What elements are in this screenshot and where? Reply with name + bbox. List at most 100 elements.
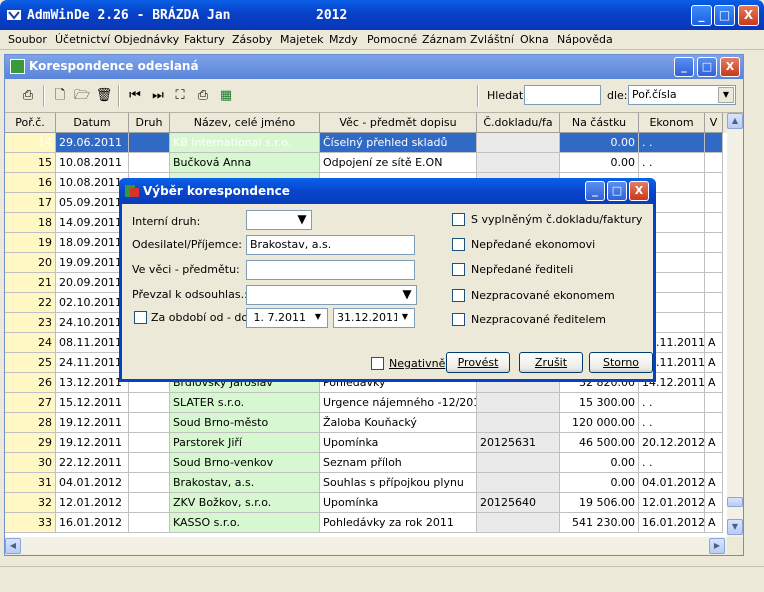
app-year: 2012 xyxy=(316,8,348,23)
print-preview-icon[interactable]: ⎙ xyxy=(19,87,37,105)
menu-napoveda[interactable]: Nápověda xyxy=(557,33,613,46)
table-cell-n: 20 xyxy=(5,253,56,273)
col-header-por[interactable]: Poř.č. xyxy=(5,113,56,133)
table-cell-doc xyxy=(477,393,560,413)
printer-icon[interactable]: ⎙ xyxy=(194,87,212,105)
menu-ucetnictvi[interactable]: Účetnictví xyxy=(55,33,110,46)
scroll-thumb[interactable] xyxy=(727,497,743,507)
table-row[interactable]: 28 19.12.2011 Soud Brno-město Žaloba Kouňac… xyxy=(5,413,727,433)
excel-export-icon[interactable]: ▦ xyxy=(217,87,235,105)
table-cell-k xyxy=(129,133,170,153)
chevron-down-icon[interactable]: ▼ xyxy=(399,287,415,303)
delete-icon[interactable]: 🗑 xyxy=(95,87,113,105)
table-row[interactable]: 32 12.01.2012 ZKV Božkov, s.r.o. Upomínka 20… xyxy=(5,493,727,513)
table-cell-n: 18 xyxy=(5,213,56,233)
check-nepredane-ekonomovi-label: Nepředané ekonomovi xyxy=(471,238,596,251)
horizontal-scrollbar[interactable]: ◀ ▶ xyxy=(5,537,727,554)
date-to-select[interactable]: 31.12.2011 ▼ xyxy=(333,308,415,328)
menu-mzdy[interactable]: Mzdy xyxy=(329,33,358,46)
storno-button[interactable]: Storno xyxy=(589,352,653,373)
col-header-castka[interactable]: Na částku xyxy=(560,113,639,133)
dialog-minimize-button[interactable]: _ xyxy=(585,181,605,201)
menu-pomocne[interactable]: Pomocné xyxy=(367,33,417,46)
child-maximize-button[interactable]: □ xyxy=(697,57,717,77)
close-button[interactable]: X xyxy=(738,5,759,26)
table-row[interactable]: 14 29.06.2011 KB International s.r.o. Čísel… xyxy=(5,133,727,153)
col-header-doklad[interactable]: Č.dokladu/fa xyxy=(477,113,560,133)
table-cell-doc xyxy=(477,513,560,533)
check-nezpracovane-reditelem[interactable] xyxy=(452,313,465,326)
table-row[interactable]: 33 16.01.2012 KASSO s.r.o. Pohledávky za ro… xyxy=(5,513,727,533)
table-cell-v xyxy=(705,173,723,193)
search-by-select[interactable]: Poř.čísla ▼ xyxy=(628,85,736,105)
dialog-close-button[interactable]: X xyxy=(629,181,649,201)
dialog-maximize-button[interactable]: □ xyxy=(607,181,627,201)
new-doc-icon[interactable]: 🗋 xyxy=(51,87,69,105)
col-header-druh[interactable]: Druh xyxy=(129,113,170,133)
chevron-down-icon[interactable]: ▼ xyxy=(294,212,310,228)
scroll-down-icon[interactable]: ▼ xyxy=(727,519,743,535)
last-record-icon[interactable]: ⏭ xyxy=(149,87,167,105)
odesilatel-input[interactable]: Brakostav, a.s. xyxy=(246,235,415,255)
menu-objednavky[interactable]: Objednávky xyxy=(114,33,179,46)
maximize-button[interactable]: □ xyxy=(714,5,735,26)
col-header-ekonom[interactable]: Ekonom xyxy=(639,113,705,133)
table-cell-amt: 0.00 xyxy=(560,133,639,153)
table-cell-k xyxy=(129,473,170,493)
table-row[interactable]: 29 19.12.2011 Parstorek Jiří Upomínka 201256… xyxy=(5,433,727,453)
check-nepredane-rediteli[interactable] xyxy=(452,263,465,276)
col-header-nazev[interactable]: Název, celé jméno příjemce xyxy=(170,113,320,148)
minimize-button[interactable]: _ xyxy=(691,5,712,26)
col-header-vec[interactable]: Věc - předmět dopisu xyxy=(320,113,477,133)
search-input[interactable] xyxy=(524,85,601,105)
negativne-label: Negativně xyxy=(389,357,446,370)
scroll-up-icon[interactable]: ▲ xyxy=(727,113,743,129)
search-label: Hledat: xyxy=(487,89,527,102)
table-cell-amt: 15 300.00 xyxy=(560,393,639,413)
scroll-right-icon[interactable]: ▶ xyxy=(709,538,725,554)
scroll-left-icon[interactable]: ◀ xyxy=(5,538,21,554)
table-cell-vec: Souhlas s přípojkou plynu xyxy=(320,473,477,493)
table-cell-n: 31 xyxy=(5,473,56,493)
child-minimize-button[interactable]: _ xyxy=(674,57,694,77)
table-cell-v: A xyxy=(705,353,723,373)
obdobi-checkbox[interactable] xyxy=(134,311,147,324)
menu-zasoby[interactable]: Zásoby xyxy=(232,33,272,46)
table-row[interactable]: 30 22.12.2011 Soud Brno-venkov Seznam přílo… xyxy=(5,453,727,473)
menu-faktury[interactable]: Faktury xyxy=(184,33,225,46)
check-nepredane-ekonomovi[interactable] xyxy=(452,238,465,251)
child-close-button[interactable]: X xyxy=(720,57,740,77)
table-cell-amt: 541 230.00 xyxy=(560,513,639,533)
zrusit-button[interactable]: Zrušit xyxy=(519,352,583,373)
chevron-down-icon[interactable]: ▼ xyxy=(310,310,326,326)
first-record-icon[interactable]: ⏮ xyxy=(126,87,144,105)
table-cell-n: 22 xyxy=(5,293,56,313)
interni-druh-select[interactable]: ▼ xyxy=(246,210,312,230)
provest-button[interactable]: Provést xyxy=(446,352,510,373)
menu-bar: Soubor Účetnictví Objednávky Faktury Zás… xyxy=(0,30,764,50)
menu-zaznam[interactable]: Záznam xyxy=(422,33,466,46)
select-icon[interactable]: ⛶ xyxy=(171,87,189,105)
table-row[interactable]: 27 15.12.2011 SLATER s.r.o. Urgence nájemné… xyxy=(5,393,727,413)
negativne-checkbox[interactable] xyxy=(371,357,384,370)
check-vyplneny-doklad[interactable] xyxy=(452,213,465,226)
menu-zvlastni[interactable]: Zvláštní xyxy=(470,33,514,46)
menu-okna[interactable]: Okna xyxy=(520,33,549,46)
col-header-v[interactable]: V xyxy=(705,113,723,133)
menu-majetek[interactable]: Majetek xyxy=(280,33,324,46)
table-row[interactable]: 15 10.08.2011 Bučková Anna Odpojení ze sítě… xyxy=(5,153,727,173)
open-folder-icon[interactable]: 🗁 xyxy=(73,87,91,105)
check-nezpracovane-ekonomem[interactable] xyxy=(452,289,465,302)
vertical-scrollbar[interactable]: ▲ ▼ xyxy=(727,113,743,537)
chevron-down-icon[interactable]: ▼ xyxy=(397,310,413,326)
app-logo-icon xyxy=(7,10,21,20)
menu-soubor[interactable]: Soubor xyxy=(8,33,47,46)
chevron-down-icon[interactable]: ▼ xyxy=(718,87,734,103)
table-cell-vec: Upomínka xyxy=(320,493,477,513)
date-from-select[interactable]: 1. 7.2011 ▼ xyxy=(246,308,328,328)
col-header-datum[interactable]: Datum xyxy=(56,113,129,133)
prevzal-select[interactable]: ▼ xyxy=(246,285,417,305)
veci-input[interactable] xyxy=(246,260,415,280)
table-row[interactable]: 31 04.01.2012 Brakostav, a.s. Souhlas s pří… xyxy=(5,473,727,493)
table-cell-ek: . . xyxy=(639,393,705,413)
